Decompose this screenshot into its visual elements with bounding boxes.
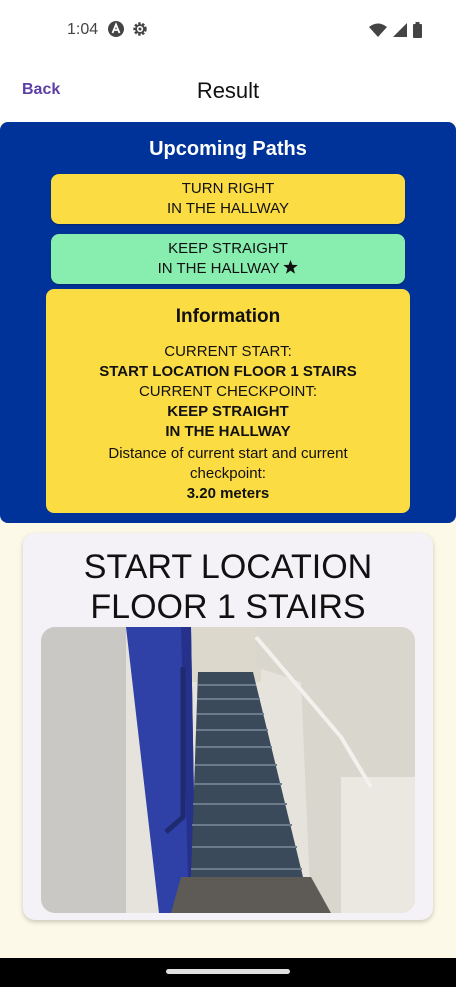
star-icon <box>283 260 299 277</box>
current-checkpoint-value: KEEP STRAIGHT <box>167 403 289 420</box>
path-direction: KEEP STRAIGHT <box>168 240 288 257</box>
app-notification-icon <box>107 20 125 43</box>
battery-icon <box>413 22 422 43</box>
path-location-row: IN THE HALLWAY <box>51 259 405 279</box>
home-gesture-handle[interactable] <box>166 969 290 974</box>
location-card: START LOCATION FLOOR 1 STAIRS <box>23 533 433 920</box>
current-start-label: CURRENT START: <box>164 343 292 360</box>
current-start-value: START LOCATION FLOOR 1 STAIRS <box>99 363 357 380</box>
path-location: IN THE HALLWAY <box>167 200 289 217</box>
location-photo <box>41 627 415 913</box>
path-card-turn-right[interactable]: TURN RIGHT IN THE HALLWAY <box>51 174 405 224</box>
wifi-icon <box>369 23 387 42</box>
path-direction: TURN RIGHT <box>181 180 275 197</box>
location-title: START LOCATION FLOOR 1 STAIRS <box>23 547 433 627</box>
page-title: Result <box>196 78 260 103</box>
upcoming-paths-title: Upcoming Paths <box>149 138 307 160</box>
location-title-line1: START LOCATION <box>83 548 373 586</box>
system-navigation-bar <box>0 958 456 987</box>
current-checkpoint-label: CURRENT CHECKPOINT: <box>138 383 318 400</box>
distance-label-2: checkpoint: <box>190 465 266 482</box>
information-heading: Information <box>175 306 281 327</box>
distance-label: Distance of current start and current <box>108 445 348 462</box>
path-location: IN THE HALLWAY <box>157 260 280 277</box>
information-card: Information CURRENT START: START LOCATIO… <box>46 289 410 513</box>
app-bar: Back Result <box>0 60 456 122</box>
location-title-line2: FLOOR 1 STAIRS <box>90 588 366 626</box>
path-card-keep-straight[interactable]: KEEP STRAIGHT IN THE HALLWAY <box>51 234 405 284</box>
status-bar: 1:04 <box>0 0 456 60</box>
cellular-signal-icon <box>393 23 407 42</box>
status-time: 1:04 <box>67 21 99 38</box>
current-checkpoint-value-2: IN THE HALLWAY <box>165 423 291 440</box>
settings-gear-icon <box>131 20 149 43</box>
upcoming-paths-panel: Upcoming Paths TURN RIGHT IN THE HALLWAY… <box>0 122 456 523</box>
distance-value: 3.20 meters <box>186 485 270 502</box>
